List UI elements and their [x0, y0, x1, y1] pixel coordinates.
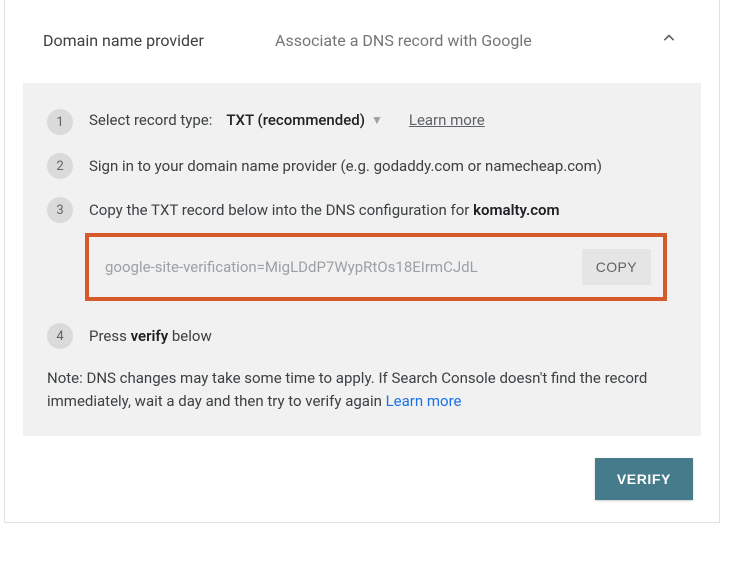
step-text: Copy the TXT record below into the DNS c…	[89, 197, 560, 222]
step-number: 4	[47, 323, 73, 349]
learn-more-link[interactable]: Learn more	[386, 392, 462, 410]
txt-record-highlight: google-site-verification=MigLDdP7WypRtOs…	[85, 233, 667, 301]
chevron-up-icon[interactable]	[659, 28, 679, 53]
copy-button[interactable]: COPY	[582, 249, 651, 285]
step-3: 3 Copy the TXT record below into the DNS…	[47, 197, 677, 223]
verify-button[interactable]: VERIFY	[595, 458, 693, 500]
step-text: Sign in to your domain name provider (e.…	[89, 153, 602, 178]
step-1: 1 Select record type: TXT (recommended) …	[47, 109, 677, 135]
domain-name: komalty.com	[473, 201, 559, 219]
record-type-select[interactable]: TXT (recommended) ▼	[226, 111, 382, 129]
step-number: 1	[47, 109, 73, 135]
step-text: Press verify below	[89, 323, 212, 348]
step-2: 2 Sign in to your domain name provider (…	[47, 153, 677, 179]
step-number: 2	[47, 153, 73, 179]
chevron-down-icon: ▼	[371, 113, 383, 127]
instructions-box: 1 Select record type: TXT (recommended) …	[23, 83, 701, 436]
card-footer: VERIFY	[5, 436, 719, 522]
step-4: 4 Press verify below	[47, 323, 677, 349]
step-number: 3	[47, 197, 73, 223]
header-subtitle: Associate a DNS record with Google	[275, 31, 659, 50]
record-type-label: Select record type:	[89, 111, 212, 129]
learn-more-link[interactable]: Learn more	[409, 111, 485, 129]
txt-record-input[interactable]: google-site-verification=MigLDdP7WypRtOs…	[105, 258, 582, 276]
verification-card: Domain name provider Associate a DNS rec…	[4, 0, 720, 523]
record-type-value: TXT (recommended)	[226, 111, 365, 129]
note-text: Note: DNS changes may take some time to …	[47, 367, 677, 414]
card-header[interactable]: Domain name provider Associate a DNS rec…	[5, 0, 719, 71]
header-title: Domain name provider	[43, 31, 275, 50]
